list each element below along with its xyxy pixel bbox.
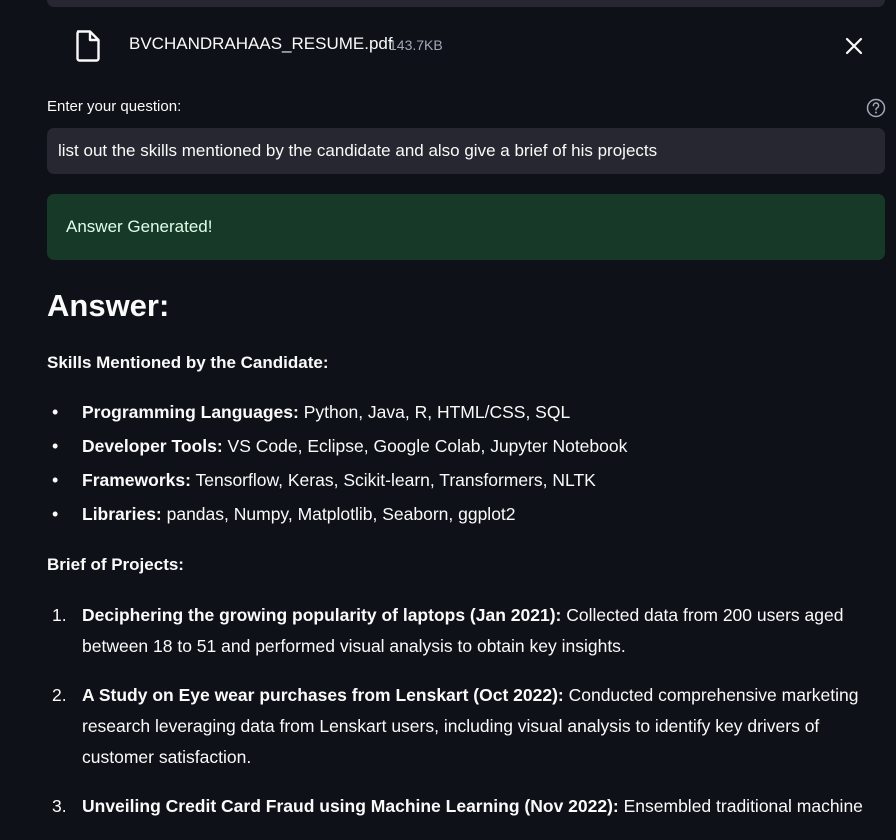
file-icon — [76, 30, 100, 62]
list-item: Libraries: pandas, Numpy, Matplotlib, Se… — [47, 502, 627, 536]
list-item: Developer Tools: VS Code, Eclipse, Googl… — [47, 434, 627, 468]
project-text: Ensembled traditional machine — [618, 796, 863, 816]
projects-heading: Brief of Projects: — [47, 555, 184, 574]
list-item: Frameworks: Tensorflow, Keras, Scikit-le… — [47, 468, 627, 502]
file-size: 143.7KB — [389, 37, 443, 53]
success-alert: Answer Generated! — [47, 194, 885, 260]
file-name: BVCHANDRAHAAS_RESUME.pdf — [129, 34, 393, 53]
skill-label: Programming Languages: — [82, 402, 299, 422]
list-item: 1. Deciphering the growing popularity of … — [47, 600, 867, 662]
close-icon[interactable] — [844, 36, 864, 56]
skill-text: Tensorflow, Keras, Scikit-learn, Transfo… — [190, 470, 596, 490]
skill-text: Python, Java, R, HTML/CSS, SQL — [298, 402, 571, 422]
skills-list: Programming Languages: Python, Java, R, … — [47, 400, 627, 536]
skill-text: pandas, Numpy, Matplotlib, Seaborn, ggpl… — [161, 504, 516, 524]
project-title: A Study on Eye wear purchases from Lensk… — [82, 685, 564, 705]
file-uploader-dropzone[interactable] — [47, 0, 885, 7]
projects-list: 1. Deciphering the growing popularity of … — [47, 600, 867, 840]
list-item: Programming Languages: Python, Java, R, … — [47, 400, 627, 434]
skill-label: Frameworks: — [82, 470, 191, 490]
help-icon[interactable] — [866, 98, 886, 118]
project-title: Deciphering the growing popularity of la… — [82, 605, 562, 625]
project-title: Unveiling Credit Card Fraud using Machin… — [82, 796, 619, 816]
item-number: 1. — [52, 605, 67, 625]
item-number: 3. — [52, 796, 67, 816]
question-label: Enter your question: — [47, 98, 182, 115]
list-item: 2. A Study on Eye wear purchases from Len… — [47, 680, 867, 773]
skill-label: Developer Tools: — [82, 436, 223, 456]
skill-label: Libraries: — [82, 504, 162, 524]
uploaded-file-row: BVCHANDRAHAAS_RESUME.pdf 143.7KB — [47, 24, 885, 68]
skill-text: VS Code, Eclipse, Google Colab, Jupyter … — [222, 436, 628, 456]
question-input[interactable]: list out the skills mentioned by the can… — [47, 128, 885, 174]
item-number: 2. — [52, 685, 67, 705]
skills-heading: Skills Mentioned by the Candidate: — [47, 353, 329, 372]
list-item: 3. Unveiling Credit Card Fraud using Mach… — [47, 791, 867, 822]
answer-heading: Answer: — [47, 288, 170, 323]
